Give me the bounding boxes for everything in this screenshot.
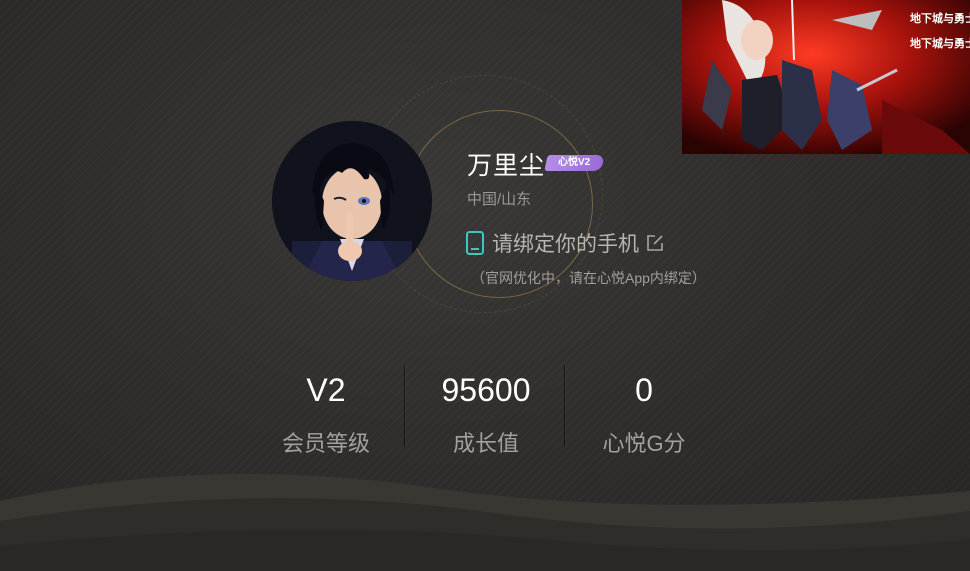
divider xyxy=(564,365,565,447)
stat-value: V2 xyxy=(306,372,346,408)
level-badge: 心悦V2 xyxy=(544,155,605,171)
game-logo-text: 地下城与勇士 xyxy=(910,11,970,25)
bind-note: （官网优化中，请在心悦App内绑定） xyxy=(471,270,706,286)
location: 中国/山东 xyxy=(467,191,532,208)
stat-growth-value[interactable]: 95600 成长值 xyxy=(411,370,561,458)
phone-icon xyxy=(466,231,484,255)
stat-label: 心悦G分 xyxy=(602,431,686,456)
level-badge-text: 心悦V2 xyxy=(558,157,591,168)
game-banner-art: 地下城与勇士 地下城与勇士 xyxy=(682,0,970,154)
divider xyxy=(404,365,405,447)
stat-g-points[interactable]: 0 心悦G分 xyxy=(569,370,719,458)
stat-label: 成长值 xyxy=(452,431,519,456)
edit-icon[interactable] xyxy=(645,233,665,253)
avatar-image xyxy=(272,121,432,281)
avatar[interactable] xyxy=(272,121,432,281)
stat-label: 会员等级 xyxy=(281,431,370,456)
bottom-waves xyxy=(0,474,970,571)
bind-phone-link[interactable]: 请绑定你的手机 xyxy=(465,229,665,257)
stat-member-level[interactable]: V2 会员等级 xyxy=(251,370,401,458)
bind-phone-text: 请绑定你的手机 xyxy=(492,233,639,256)
game-logo-text-2: 地下城与勇士 xyxy=(910,36,970,50)
username: 万里尘 xyxy=(467,152,546,180)
stat-value: 95600 xyxy=(441,372,531,408)
stat-value: 0 xyxy=(635,372,653,408)
game-banner[interactable]: 地下城与勇士 地下城与勇士 xyxy=(682,0,970,154)
